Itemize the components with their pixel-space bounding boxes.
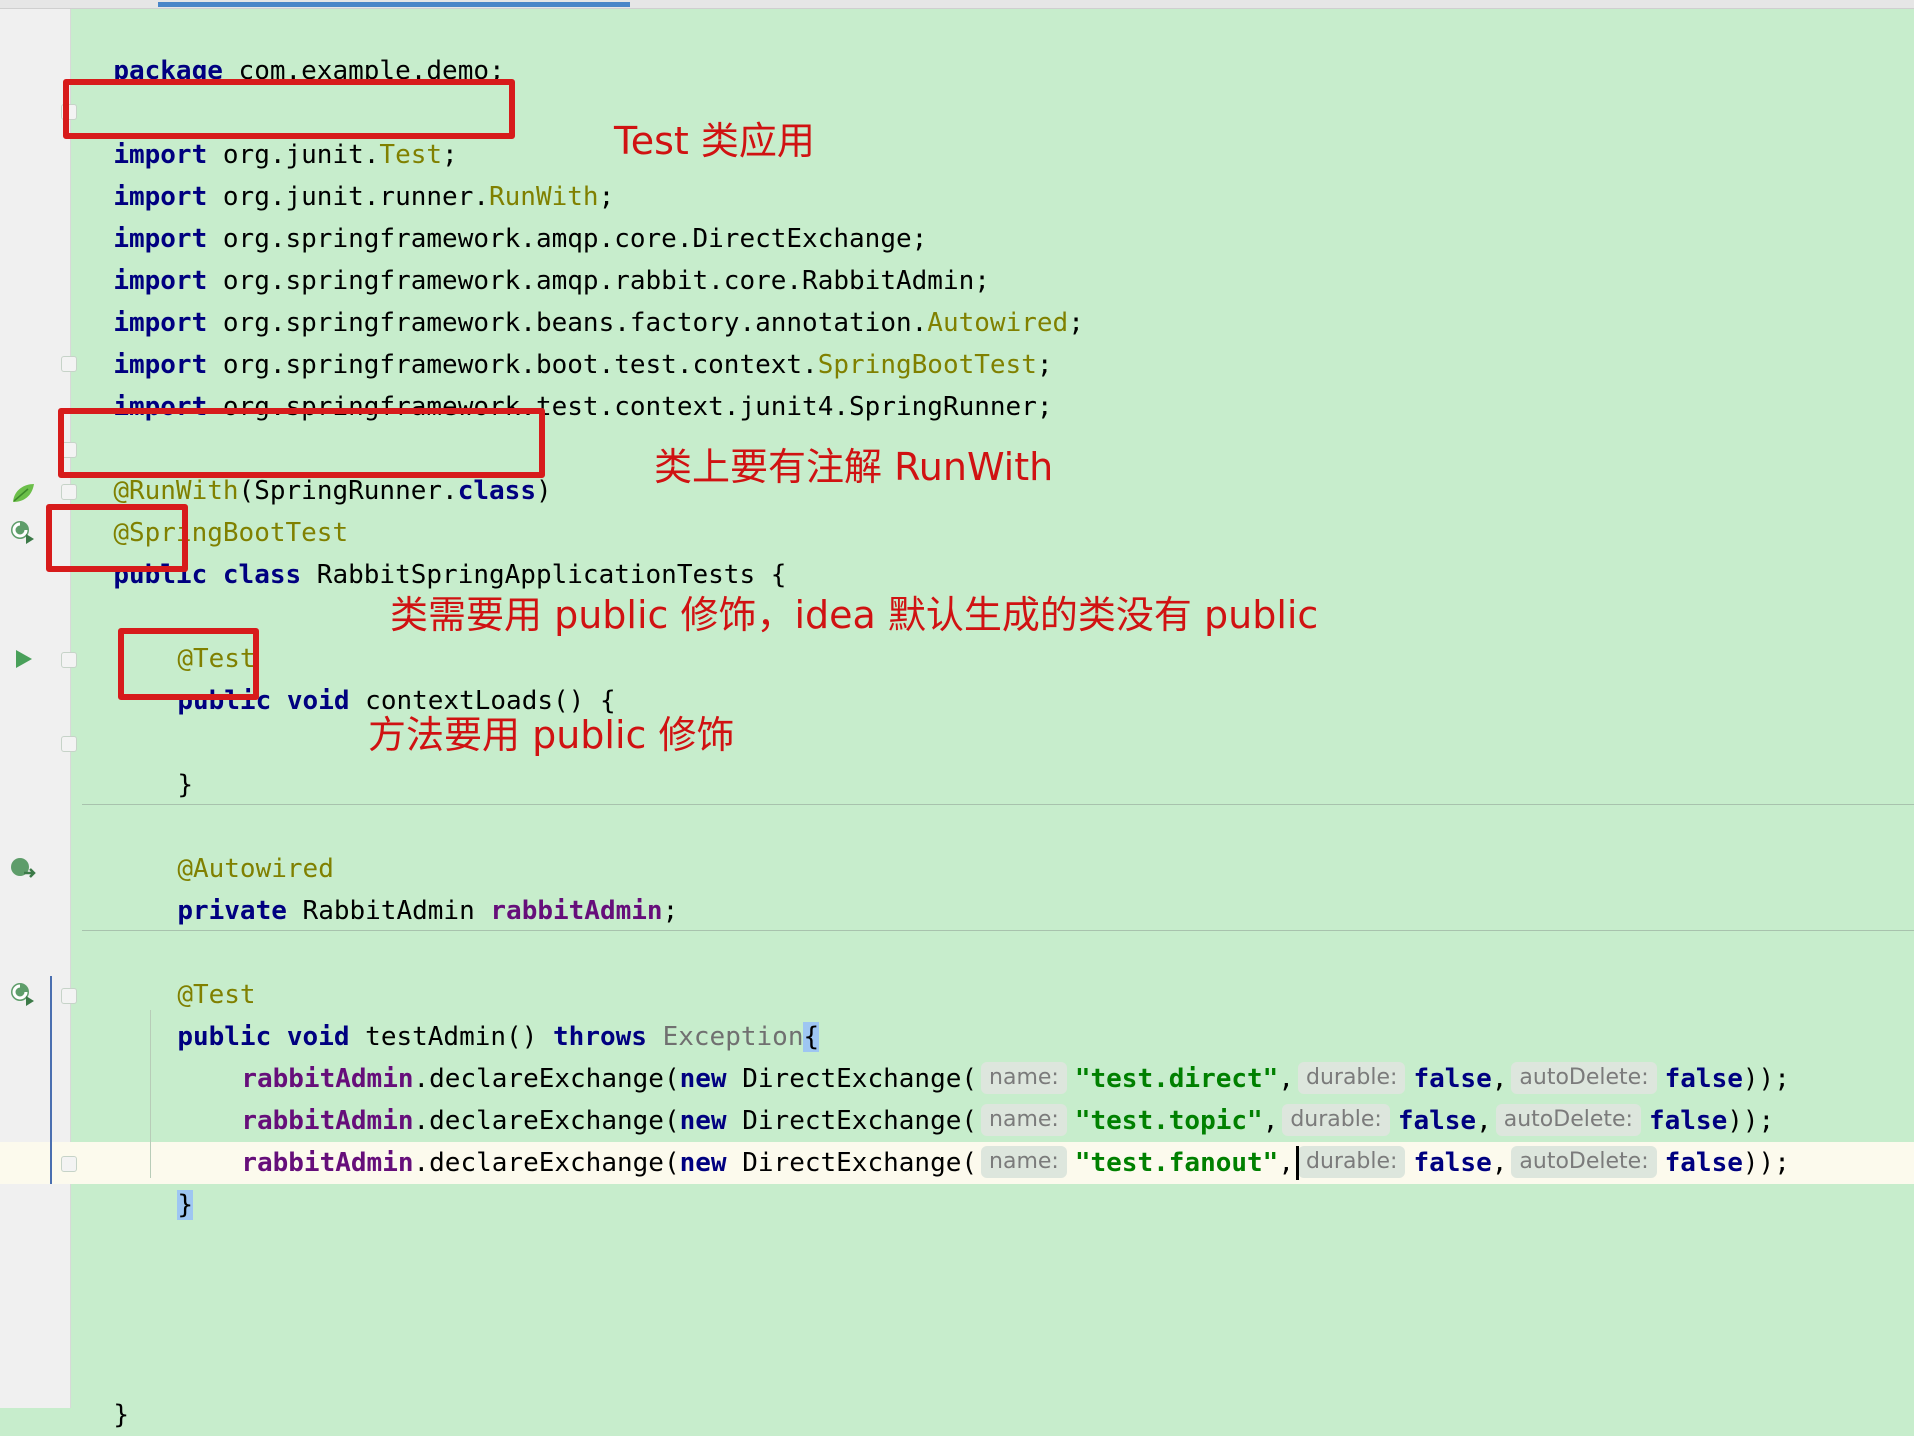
method-call: .declareExchange( (413, 1148, 680, 1178)
navigate-to-bean-icon[interactable] (8, 854, 38, 884)
comma: , (1491, 1148, 1508, 1178)
keyword: private (177, 896, 287, 926)
matched-brace: } (177, 1190, 193, 1220)
semicolon: ; (662, 896, 679, 926)
class-close-line[interactable]: } (82, 1352, 129, 1430)
fold-marker-icon[interactable] (61, 736, 77, 752)
spring-bean-icon[interactable] (10, 480, 36, 506)
annotation-note-class-public: 类需要用 public 修饰，idea 默认生成的类没有 public (390, 593, 1319, 637)
fold-marker-icon[interactable] (61, 988, 77, 1004)
method-scope-marker (50, 976, 52, 1184)
import-line[interactable]: import org.springframework.boot.test.con… (82, 302, 1052, 380)
text-caret (1296, 1146, 1299, 1180)
closing-brace: } (113, 1400, 129, 1430)
keyword: class (457, 476, 536, 506)
fold-marker-icon[interactable] (61, 484, 77, 500)
run-test-icon[interactable] (14, 648, 34, 670)
constructor: DirectExchange( (726, 1148, 978, 1178)
run-test-class-icon[interactable] (8, 518, 38, 548)
editor-gutter (0, 0, 71, 1408)
parameter-hint: autoDelete: (1511, 1146, 1657, 1178)
comma: , (1278, 1148, 1294, 1178)
run-test-method-icon[interactable] (8, 980, 38, 1010)
autowired-annotation-line[interactable]: @Autowired (146, 806, 334, 884)
declare-exchange-call-line[interactable]: rabbitAdmin.declareExchange(new DirectEx… (210, 1058, 1774, 1136)
import-line[interactable]: import org.junit.runner.RunWith; (82, 134, 614, 212)
highlight-box-import-test (63, 79, 515, 139)
annotation-close: ) (535, 476, 552, 506)
keyword: new (679, 1148, 727, 1178)
boolean-literal: false (1413, 1148, 1492, 1178)
string-literal: "test.fanout" (1074, 1148, 1279, 1178)
keyword: class (207, 560, 302, 590)
annotation-note-method-public: 方法要用 public 修饰 (368, 713, 735, 757)
fold-marker-icon[interactable] (61, 356, 77, 372)
annotation-note-test: Test 类应用 (614, 119, 815, 163)
highlight-box-runwith (58, 408, 545, 478)
import-line[interactable]: import org.springframework.amqp.rabbit.c… (82, 218, 990, 296)
boolean-literal: false (1664, 1148, 1743, 1178)
fold-marker-icon[interactable] (61, 1156, 77, 1172)
parameter-hint: name: (981, 1146, 1067, 1178)
import-line[interactable]: import org.springframework.test.context.… (82, 344, 1052, 422)
import-line[interactable]: import org.springframework.amqp.core.Dir… (82, 176, 927, 254)
test-annotation-line[interactable]: @Test (146, 932, 255, 1010)
package-line[interactable]: package com.example.demo; (82, 8, 504, 86)
field-name: rabbitAdmin (490, 896, 663, 926)
method-separator (82, 804, 1914, 805)
field-name: rabbitAdmin (241, 1148, 414, 1178)
highlight-box-class-public (46, 504, 188, 572)
method-close-line[interactable]: } (146, 722, 193, 800)
active-tab-indicator[interactable] (158, 2, 630, 7)
fold-marker-icon[interactable] (61, 652, 77, 668)
field-type: RabbitAdmin (286, 896, 491, 926)
declare-exchange-call-line[interactable]: rabbitAdmin.declareExchange(new DirectEx… (210, 1016, 1790, 1094)
import-line[interactable]: import org.springframework.beans.factory… (82, 260, 1084, 338)
annotation-note-runwith: 类上要有注解 RunWith (654, 445, 1054, 489)
closing-brace: } (177, 770, 193, 800)
class-name: RabbitSpringApplicationTests { (301, 560, 787, 590)
call-end: )); (1742, 1148, 1790, 1178)
keyword: void (271, 686, 350, 716)
method-close-line[interactable]: } (146, 1142, 193, 1220)
parameter-hint: durable: (1298, 1146, 1406, 1178)
import-suffix: ; (1068, 308, 1084, 338)
highlight-box-method-public (118, 628, 259, 700)
field-declaration-line[interactable]: private RabbitAdmin rabbitAdmin; (146, 848, 678, 926)
method-declaration-line[interactable]: public void testAdmin() throws Exception… (146, 974, 820, 1052)
declare-exchange-call-line[interactable]: rabbitAdmin.declareExchange(new DirectEx… (210, 1100, 1790, 1178)
